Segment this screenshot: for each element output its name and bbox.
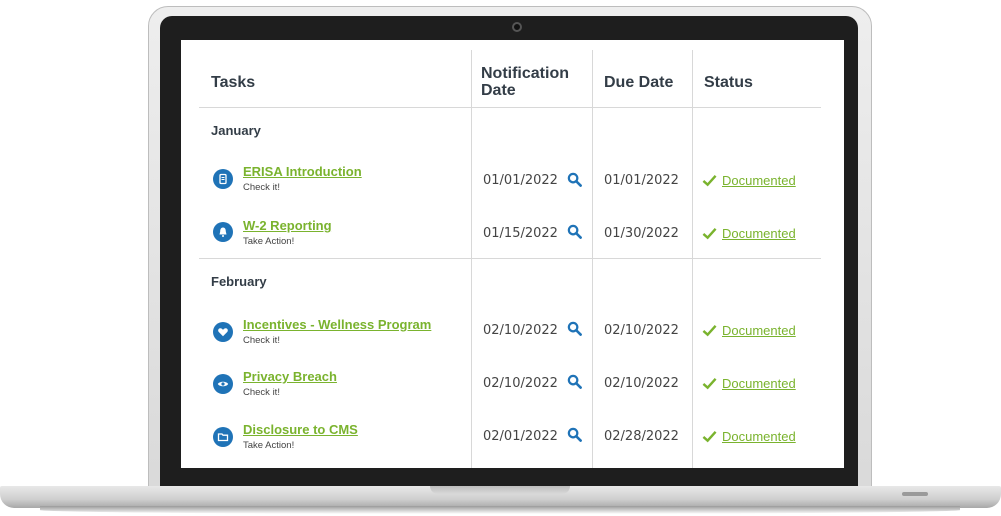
task-link-disclosure-to-cms[interactable]: Disclosure to CMS	[243, 422, 358, 437]
status-link-documented[interactable]: Documented	[722, 173, 796, 188]
due-date: 02/10/2022	[604, 376, 679, 391]
screen: Tasks Notification Date Due Date Status …	[181, 40, 844, 468]
column-divider	[471, 50, 472, 468]
camera-icon	[512, 22, 522, 32]
laptop-port	[902, 492, 928, 496]
header-divider	[199, 107, 821, 108]
status-link-documented[interactable]: Documented	[722, 376, 796, 391]
task-subtitle: Take Action!	[243, 236, 295, 247]
header-notification-line2: Date	[481, 82, 516, 99]
task-link-w2-reporting[interactable]: W-2 Reporting	[243, 218, 332, 233]
laptop-shadow	[40, 506, 960, 514]
month-label-february: February	[211, 274, 267, 289]
month-divider	[199, 258, 821, 259]
task-link-privacy-breach[interactable]: Privacy Breach	[243, 369, 337, 384]
notification-date: 02/01/2022	[483, 429, 558, 444]
task-subtitle: Check it!	[243, 182, 280, 193]
checkmark-icon	[702, 227, 717, 240]
eye-icon	[213, 374, 233, 394]
notification-date: 02/10/2022	[483, 323, 558, 338]
task-link-erisa-introduction[interactable]: ERISA Introduction	[243, 164, 362, 179]
due-date: 02/28/2022	[604, 429, 679, 444]
checkmark-icon	[702, 377, 717, 390]
search-icon[interactable]	[567, 427, 582, 442]
header-tasks: Tasks	[211, 74, 256, 91]
task-link-incentives-wellness-program[interactable]: Incentives - Wellness Program	[243, 317, 431, 332]
status-link-documented[interactable]: Documented	[722, 429, 796, 444]
header-notification-line1: Notification	[481, 65, 569, 82]
status-link-documented[interactable]: Documented	[722, 226, 796, 241]
status-link-documented[interactable]: Documented	[722, 323, 796, 338]
month-label-january: January	[211, 123, 261, 138]
search-icon[interactable]	[567, 321, 582, 336]
header-status: Status	[704, 74, 753, 91]
due-date: 01/01/2022	[604, 173, 679, 188]
notification-date: 02/10/2022	[483, 376, 558, 391]
header-due-date: Due Date	[604, 74, 674, 91]
search-icon[interactable]	[567, 224, 582, 239]
due-date: 01/30/2022	[604, 226, 679, 241]
checkmark-icon	[702, 174, 717, 187]
document-icon	[213, 169, 233, 189]
task-subtitle: Take Action!	[243, 440, 295, 451]
laptop-hinge-notch	[430, 486, 570, 494]
notification-date: 01/15/2022	[483, 226, 558, 241]
column-divider	[692, 50, 693, 468]
due-date: 02/10/2022	[604, 323, 679, 338]
notification-date: 01/01/2022	[483, 173, 558, 188]
checkmark-icon	[702, 430, 717, 443]
header-notification-date: Notification Date	[481, 65, 569, 99]
task-subtitle: Check it!	[243, 387, 280, 398]
folder-icon	[213, 427, 233, 447]
bell-icon	[213, 222, 233, 242]
task-subtitle: Check it!	[243, 335, 280, 346]
search-icon[interactable]	[567, 172, 582, 187]
search-icon[interactable]	[567, 374, 582, 389]
heart-icon	[213, 322, 233, 342]
checkmark-icon	[702, 324, 717, 337]
column-divider	[592, 50, 593, 468]
